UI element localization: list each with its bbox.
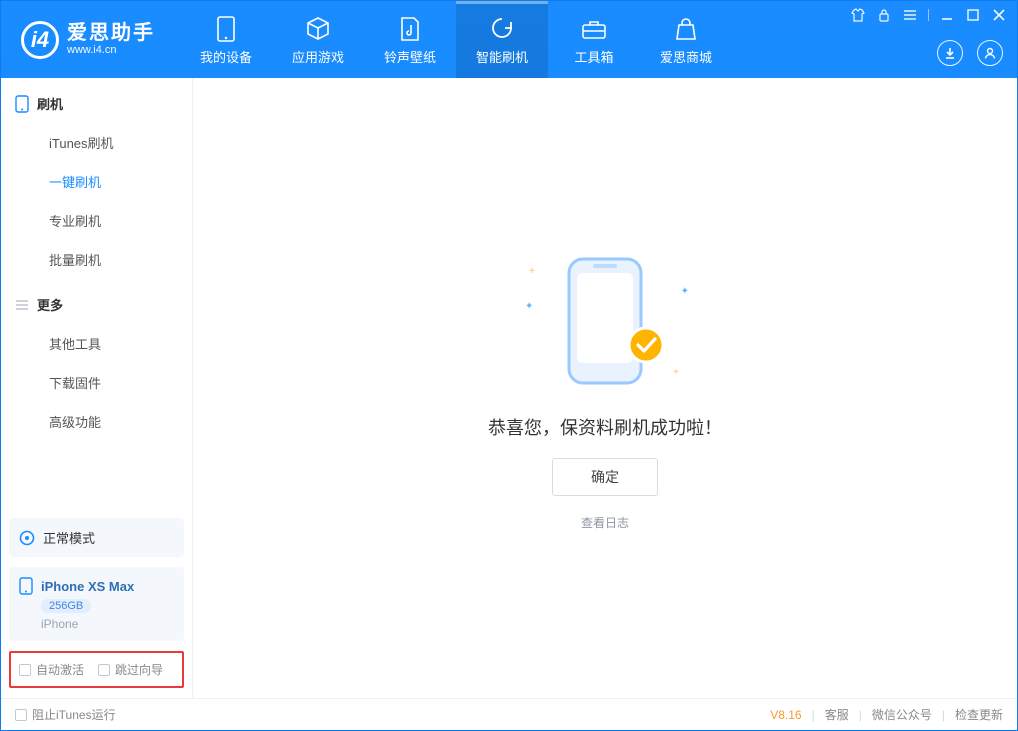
app-window: i4 爱思助手 www.i4.cn 我的设备 应用游戏 [0,0,1018,731]
sidebar: 刷机 iTunes刷机 一键刷机 专业刷机 批量刷机 更多 其他工具 下载固件 … [1,78,193,698]
view-log-link[interactable]: 查看日志 [581,514,629,531]
nav-label: 应用游戏 [292,47,344,66]
mode-card[interactable]: 正常模式 [9,518,184,557]
bag-icon [673,16,699,42]
lock-icon[interactable] [876,7,892,23]
sidebar-item-itunes-flash[interactable]: iTunes刷机 [1,123,192,162]
sidebar-group-title: 更多 [37,295,63,314]
nav-label: 我的设备 [200,47,252,66]
list-icon [15,298,29,312]
user-button[interactable] [977,40,1003,66]
logo-icon: i4 [21,21,59,59]
refresh-shield-icon [489,16,515,42]
toolbox-icon [581,16,607,42]
separator: | [942,708,945,722]
header-action-buttons [937,40,1003,66]
app-title: 爱思助手 [67,22,155,44]
success-illustration: ✦ ✦ + + [515,246,695,396]
sparkle-icon: + [529,266,535,277]
device-phone-icon [19,577,33,595]
nav-flash[interactable]: 智能刷机 [456,1,548,78]
footer-right: V8.16 | 客服 | 微信公众号 | 检查更新 [770,706,1003,723]
sidebar-item-oneclick-flash[interactable]: 一键刷机 [1,162,192,201]
nav-store[interactable]: 爱思商城 [640,1,732,78]
sidebar-group-flash: 刷机 [1,78,192,123]
sidebar-item-download-firmware[interactable]: 下载固件 [1,363,192,402]
nav-ringtone[interactable]: 铃声壁纸 [364,1,456,78]
download-button[interactable] [937,40,963,66]
device-type-label: iPhone [41,617,78,631]
sparkle-icon: ✦ [681,286,689,297]
sidebar-item-pro-flash[interactable]: 专业刷机 [1,201,192,240]
sidebar-item-other-tools[interactable]: 其他工具 [1,324,192,363]
menu-icon[interactable] [902,7,918,23]
footer: 阻止iTunes运行 V8.16 | 客服 | 微信公众号 | 检查更新 [1,698,1017,730]
sparkle-icon: + [673,367,679,378]
device-card[interactable]: iPhone XS Max 256GB iPhone [9,567,184,641]
logo-block: i4 爱思助手 www.i4.cn [21,21,155,59]
customer-service-link[interactable]: 客服 [825,706,849,723]
mode-label: 正常模式 [43,528,95,547]
body: 刷机 iTunes刷机 一键刷机 专业刷机 批量刷机 更多 其他工具 下载固件 … [1,78,1017,698]
titlebar-controls [850,7,1007,23]
block-itunes-checkbox[interactable]: 阻止iTunes运行 [15,706,116,723]
sidebar-item-advanced[interactable]: 高级功能 [1,402,192,441]
device-name-label: iPhone XS Max [41,579,134,594]
success-message: 恭喜您，保资料刷机成功啦！ [488,414,722,440]
version-label: V8.16 [770,708,801,722]
nav-label: 智能刷机 [476,47,528,66]
checkbox-icon [19,664,31,676]
skip-guide-checkbox[interactable]: 跳过向导 [98,661,163,678]
auto-activate-label: 自动激活 [36,661,84,678]
nav-apps[interactable]: 应用游戏 [272,1,364,78]
wechat-link[interactable]: 微信公众号 [872,706,932,723]
app-url: www.i4.cn [67,44,155,56]
music-file-icon [397,16,423,42]
checkmark-badge-icon [627,326,665,364]
sidebar-group-more: 更多 [1,279,192,324]
shirt-icon[interactable] [850,7,866,23]
checkbox-icon [15,709,27,721]
nav-label: 铃声壁纸 [384,47,436,66]
separator: | [812,708,815,722]
header: i4 爱思助手 www.i4.cn 我的设备 应用游戏 [1,1,1017,78]
sparkle-icon: ✦ [525,301,533,312]
separator: | [859,708,862,722]
close-icon[interactable] [991,7,1007,23]
sidebar-group-title: 刷机 [37,94,63,113]
separator [928,9,929,21]
check-update-link[interactable]: 检查更新 [955,706,1003,723]
minimize-icon[interactable] [939,7,955,23]
skip-guide-label: 跳过向导 [115,661,163,678]
logo-text: 爱思助手 www.i4.cn [67,22,155,56]
capacity-badge: 256GB [41,599,91,613]
ok-button[interactable]: 确定 [552,458,658,496]
nav-label: 工具箱 [574,47,613,66]
device-icon [213,16,239,42]
mode-icon [19,530,35,546]
phone-icon [15,95,29,113]
nav-label: 爱思商城 [660,47,712,66]
sidebar-item-batch-flash[interactable]: 批量刷机 [1,240,192,279]
top-nav: 我的设备 应用游戏 铃声壁纸 智能刷机 [180,1,732,78]
auto-activate-checkbox[interactable]: 自动激活 [19,661,84,678]
checkbox-icon [98,664,110,676]
checkbox-row: 自动激活 跳过向导 [9,651,184,688]
nav-my-device[interactable]: 我的设备 [180,1,272,78]
block-itunes-label: 阻止iTunes运行 [32,706,116,723]
sidebar-bottom: 正常模式 iPhone XS Max 256GB iPhone 自动激活 [1,518,192,698]
main-content: ✦ ✦ + + 恭喜您，保资料刷机成功啦！ 确定 查看日志 [193,78,1017,698]
cube-icon [305,16,331,42]
maximize-icon[interactable] [965,7,981,23]
nav-toolbox[interactable]: 工具箱 [548,1,640,78]
